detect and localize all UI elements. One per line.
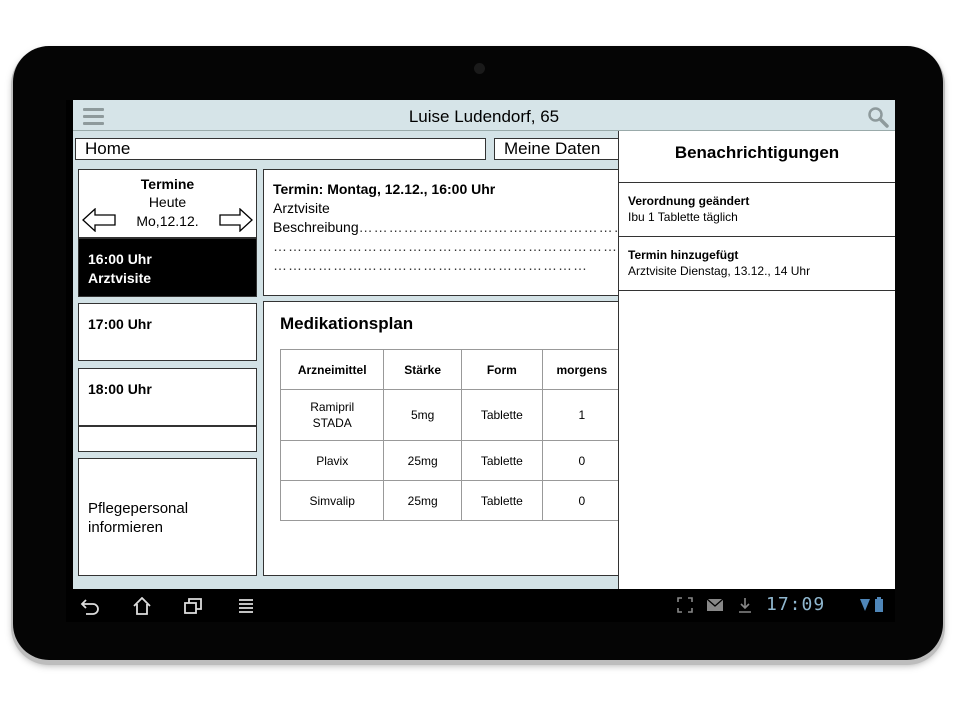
- pflegepersonal-button[interactable]: Pflegepersonal informieren: [78, 458, 257, 576]
- notification-text: Ibu 1 Tablette täglich: [628, 210, 738, 224]
- table-cell: 0: [541, 480, 622, 521]
- table-row: Plavix 25mg Tablette 0: [279, 440, 622, 481]
- appointment-description: Beschreibung……………………………………………………: [273, 218, 622, 237]
- wifi-icon: [860, 599, 870, 611]
- slot-1700[interactable]: 17:00 Uhr: [78, 303, 257, 361]
- notification-title: Termin hinzugefügt: [628, 248, 739, 262]
- table-cell: Ramipril STADA: [279, 389, 385, 441]
- home-icon[interactable]: [132, 597, 152, 615]
- page-title: Luise Ludendorf, 65: [408, 107, 560, 126]
- table-cell: 25mg: [383, 480, 462, 521]
- camera-icon: [474, 63, 485, 74]
- slot-1600[interactable]: 16:00 Uhr Arztvisite: [78, 238, 257, 297]
- slot-label: Arztvisite: [88, 270, 152, 286]
- table-row: Ramipril STADA 5mg Tablette 1: [279, 389, 622, 441]
- notifications-title: Benachrichtigungen: [619, 131, 895, 183]
- termine-header: Termine Heute Mo,12.12.: [78, 169, 257, 238]
- termine-title: Termine: [140, 176, 195, 192]
- clock: 17:09: [766, 594, 826, 615]
- app-window: Luise Ludendorf, 65 Home Meine Daten Ter…: [73, 100, 895, 589]
- medplan-title: Medikationsplan: [280, 314, 414, 333]
- system-bar: 17:09: [66, 589, 895, 622]
- description-dots: ……………………………………………………………: [273, 238, 618, 254]
- table-cell: Tablette: [460, 440, 543, 481]
- column-header: Arzneimittel: [279, 349, 385, 390]
- table-cell: Plavix: [279, 440, 385, 481]
- description-label: Beschreibung: [273, 219, 359, 235]
- notification-title: Verordnung geändert: [628, 194, 750, 208]
- notification-item[interactable]: Termin hinzugefügt Arztvisite Dienstag, …: [619, 237, 895, 291]
- column-header: Stärke: [383, 349, 462, 390]
- table-cell: 5mg: [383, 389, 462, 441]
- appointment-type: Arztvisite: [273, 200, 330, 216]
- table-cell: 25mg: [383, 440, 462, 481]
- menu-lines-icon[interactable]: [237, 597, 255, 615]
- arrow-right-icon[interactable]: [219, 208, 253, 232]
- slot-time: 16:00 Uhr: [88, 251, 152, 267]
- home-button[interactable]: Home: [75, 138, 486, 160]
- battery-icon: [875, 597, 883, 612]
- table-cell: Simvalip: [279, 480, 385, 521]
- mail-icon: [706, 598, 724, 611]
- notification-item[interactable]: Verordnung geändert Ibu 1 Tablette tägli…: [619, 183, 895, 237]
- title-bar: Luise Ludendorf, 65: [73, 100, 895, 131]
- medication-plan: Medikationsplan Arzneimittel Stärke Form…: [263, 301, 623, 576]
- description-dots: ………………………………………………………: [273, 257, 588, 273]
- appointment-title: Termin: Montag, 12.12., 16:00 Uhr: [273, 181, 496, 197]
- meine-daten-button[interactable]: Meine Daten: [494, 138, 624, 160]
- screenshot-icon: [677, 597, 693, 613]
- slot-1800[interactable]: 18:00 Uhr: [78, 368, 257, 426]
- screen: Luise Ludendorf, 65 Home Meine Daten Ter…: [66, 100, 895, 622]
- back-icon[interactable]: [80, 597, 100, 615]
- slot-time: 18:00 Uhr: [88, 381, 152, 397]
- notification-text: Arztvisite Dienstag, 13.12., 14 Uhr: [628, 264, 811, 278]
- table-cell: Tablette: [460, 389, 543, 441]
- slot-empty[interactable]: [78, 426, 257, 452]
- slot-time: 17:00 Uhr: [88, 316, 152, 332]
- appointment-detail: Termin: Montag, 12.12., 16:00 Uhr Arztvi…: [263, 169, 623, 296]
- table-row: Simvalip 25mg Tablette 0: [279, 480, 622, 521]
- table-cell: Tablette: [460, 480, 543, 521]
- arrow-left-icon[interactable]: [82, 208, 116, 232]
- notifications-panel: Benachrichtigungen Verordnung geändert I…: [618, 131, 895, 589]
- description-dots: ……………………………………………………: [358, 219, 622, 235]
- column-header: morgens: [541, 349, 622, 390]
- recent-apps-icon[interactable]: [183, 597, 203, 615]
- download-icon: [739, 598, 751, 613]
- column-header: Form: [460, 349, 543, 390]
- medication-table: Arzneimittel Stärke Form morgens Ramipri…: [279, 349, 622, 521]
- table-cell: 1: [541, 389, 622, 441]
- search-icon[interactable]: [867, 106, 889, 128]
- table-cell: 0: [541, 440, 622, 481]
